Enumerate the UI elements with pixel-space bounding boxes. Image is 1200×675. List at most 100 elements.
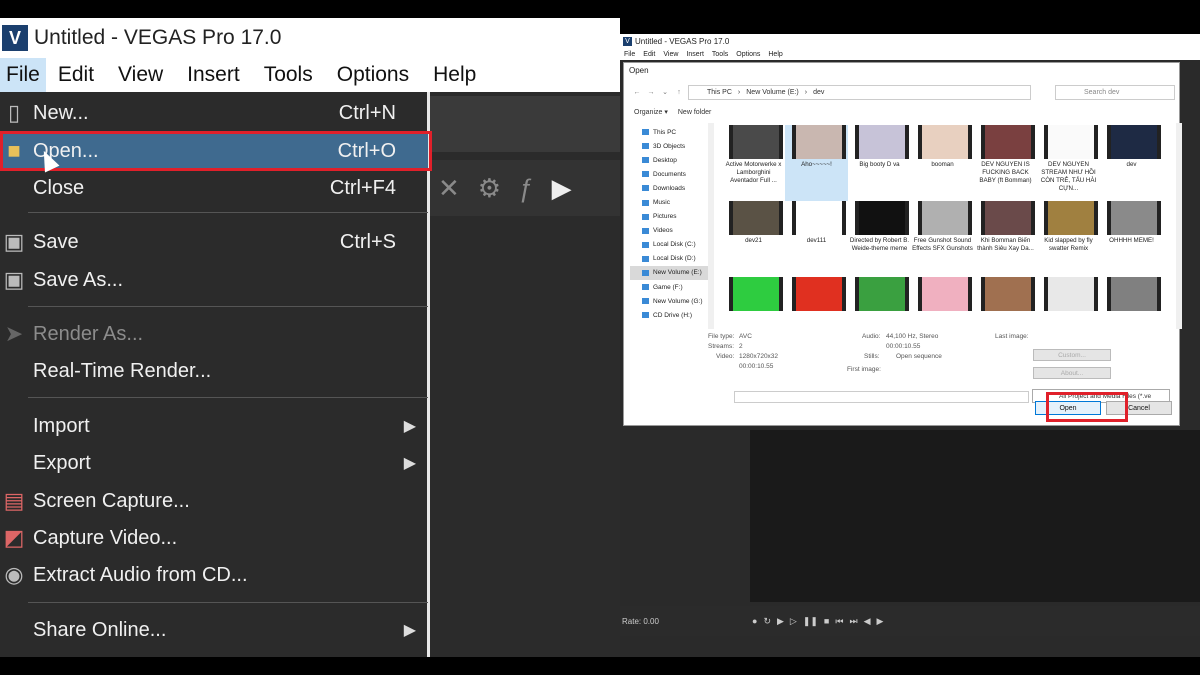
forward-icon[interactable]: →: [644, 89, 658, 96]
file-item[interactable]: Aho~~~~~!: [785, 125, 848, 201]
go-to-end-icon[interactable]: ⏭: [849, 616, 857, 627]
address-bar: ← → ⌄ ↑ This PC › New Volume (E:) › dev Se…: [630, 83, 1175, 101]
menu-item-save-as[interactable]: ▣ Save As...: [0, 263, 428, 297]
record-icon[interactable]: ●: [752, 616, 757, 627]
next-frame-icon[interactable]: ▶: [877, 616, 884, 627]
nav-item[interactable]: Downloads: [630, 181, 708, 195]
nav-item[interactable]: 3D Objects: [630, 139, 708, 153]
nav-item[interactable]: Local Disk (C:): [630, 238, 708, 252]
menu-item-label: Capture Video...: [33, 526, 178, 549]
pause-icon[interactable]: ❚❚: [803, 616, 818, 627]
menu-view[interactable]: View: [659, 51, 682, 58]
file-grid: Active Motorwerke x Lamborghini Aventado…: [722, 125, 1170, 331]
menu-item-render-as[interactable]: ➤ Render As...: [0, 317, 428, 351]
menu-item-capture-video[interactable]: ◩ Capture Video...: [0, 521, 428, 555]
file-name-input[interactable]: [734, 391, 1029, 403]
nav-item[interactable]: Music: [630, 195, 708, 209]
file-item[interactable]: Active Motorwerke x Lamborghini Aventado…: [722, 125, 785, 201]
menu-item-share-online[interactable]: Share Online... ▶: [0, 613, 428, 647]
recent-icon[interactable]: ⌄: [658, 88, 672, 96]
menu-edit[interactable]: Edit: [46, 58, 106, 92]
file-name-label: dev111: [806, 237, 827, 244]
breadcrumb-item[interactable]: New Volume (E:): [746, 89, 799, 96]
menu-options[interactable]: Options: [325, 58, 421, 92]
menu-item-label: Screen Capture...: [33, 489, 190, 512]
menu-item-close[interactable]: Close Ctrl+F4: [0, 171, 428, 205]
nav-item[interactable]: Documents: [630, 167, 708, 181]
new-folder-button[interactable]: New folder: [678, 109, 711, 116]
nav-item[interactable]: Pictures: [630, 210, 708, 224]
video-thumbnail: [792, 125, 846, 159]
fx-icon[interactable]: ƒ: [519, 173, 533, 204]
nav-item[interactable]: New Volume (G:): [630, 294, 708, 308]
organize-button[interactable]: Organize ▾: [634, 108, 668, 116]
grid-scrollbar[interactable]: [1176, 123, 1182, 329]
nav-item[interactable]: Local Disk (D:): [630, 252, 708, 266]
menu-item-screen-capture[interactable]: ▤ Screen Capture...: [0, 484, 428, 518]
menu-tools[interactable]: Tools: [708, 51, 732, 58]
search-input[interactable]: Search dev: [1055, 85, 1175, 100]
stop-icon[interactable]: ■: [824, 616, 829, 627]
play-from-start-icon[interactable]: ▷: [790, 616, 797, 627]
menu-edit[interactable]: Edit: [639, 51, 659, 58]
nav-scrollbar[interactable]: [708, 123, 714, 329]
nav-item[interactable]: Videos: [630, 224, 708, 238]
gear-icon[interactable]: ⚙: [478, 173, 501, 204]
file-item[interactable]: booman: [911, 125, 974, 201]
prev-frame-icon[interactable]: ◀: [864, 616, 871, 627]
file-name-label: Active Motorwerke x Lamborghini Aventado…: [725, 161, 782, 184]
file-item[interactable]: DEV NGUYEN IS FUCKING BACK BABY (ft Bomm…: [974, 125, 1037, 201]
about-button[interactable]: About...: [1033, 367, 1111, 379]
up-icon[interactable]: ↑: [672, 89, 686, 96]
menu-insert[interactable]: Insert: [682, 51, 708, 58]
menu-tools[interactable]: Tools: [252, 58, 325, 92]
menu-item-import[interactable]: Import ▶: [0, 409, 428, 443]
file-name-label: Aho~~~~~!: [801, 161, 832, 168]
file-item[interactable]: OHHHH MEME!: [1100, 201, 1163, 277]
file-name-label: Big booty D va: [859, 161, 900, 168]
close-icon[interactable]: ✕: [438, 173, 460, 204]
bottom-bar: [620, 657, 1200, 675]
back-icon[interactable]: ←: [630, 89, 644, 96]
menu-item-label: Export: [33, 451, 91, 474]
file-item[interactable]: Directed by Robert B. Weide-theme meme: [848, 201, 911, 277]
file-name-label: OHHHH MEME!: [1109, 237, 1154, 244]
video-thumbnail: [729, 201, 783, 235]
menu-insert[interactable]: Insert: [175, 58, 252, 92]
open-sequence-checkbox[interactable]: Open sequence: [896, 353, 942, 360]
menu-view[interactable]: View: [106, 58, 175, 92]
menu-item-real-time-render[interactable]: Real-Time Render...: [0, 354, 428, 388]
play-icon[interactable]: ▶: [552, 173, 572, 204]
file-item[interactable]: Khi Bomman Biến thành Siêu Xay Da...: [974, 201, 1037, 277]
menu-item-export[interactable]: Export ▶: [0, 446, 428, 480]
file-item[interactable]: dev: [1100, 125, 1163, 201]
file-item[interactable]: Free Gunshot Sound Effects SFX Gunshots: [911, 201, 974, 277]
file-item[interactable]: Kid slapped by fly swatter Remix: [1037, 201, 1100, 277]
menu-item-save[interactable]: ▣ Save Ctrl+S: [0, 225, 428, 259]
go-to-start-icon[interactable]: ⏮: [835, 616, 843, 627]
breadcrumb-item[interactable]: dev: [813, 89, 824, 96]
menu-help[interactable]: Help: [421, 58, 488, 92]
nav-item[interactable]: CD Drive (H:): [630, 308, 708, 322]
video-thumbnail: [855, 201, 909, 235]
breadcrumb[interactable]: This PC › New Volume (E:) › dev: [688, 85, 1031, 100]
menu-file[interactable]: File: [620, 51, 639, 58]
play-icon[interactable]: ▶: [777, 616, 784, 627]
file-item[interactable]: DEV NGUYEN STREAM NHƯ HỒI CÒN TRẺ, TẤU H…: [1037, 125, 1100, 201]
file-item[interactable]: dev21: [722, 201, 785, 277]
nav-item[interactable]: This PC: [630, 125, 708, 139]
loop-icon[interactable]: ↻: [763, 616, 771, 627]
custom-button[interactable]: Custom...: [1033, 349, 1111, 361]
menu-help[interactable]: Help: [764, 51, 786, 58]
breadcrumb-item[interactable]: This PC: [707, 89, 732, 96]
drive-icon: [642, 241, 649, 248]
nav-item[interactable]: New Volume (E:): [630, 265, 708, 281]
menu-file[interactable]: File: [0, 58, 46, 92]
nav-item[interactable]: Desktop: [630, 153, 708, 167]
file-item[interactable]: Big booty D va: [848, 125, 911, 201]
menu-item-extract-audio[interactable]: ◉ Extract Audio from CD...: [0, 558, 428, 592]
file-item[interactable]: dev111: [785, 201, 848, 277]
nav-item[interactable]: Game (F:): [630, 280, 708, 294]
menu-item-new[interactable]: ▯ New... Ctrl+N: [0, 96, 428, 130]
menu-options[interactable]: Options: [732, 51, 764, 58]
